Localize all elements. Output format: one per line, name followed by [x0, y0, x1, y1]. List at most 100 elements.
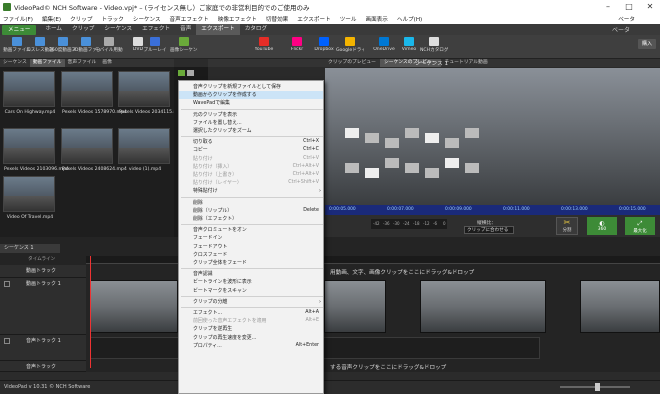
bin-clip-thumbnail[interactable]: Pexels Videos 2103096.mp4: [3, 128, 69, 172]
bin-clip-thumbnail[interactable]: Pexels Videos 1578970.mp4: [61, 71, 127, 115]
export-youtube-button[interactable]: YouTube: [250, 37, 278, 57]
aspect-select[interactable]: クリップに合わせる: [464, 226, 514, 234]
context-menu-item[interactable]: 音声クリップを新規ファイルとして保存: [179, 83, 323, 91]
meter-tick-label: -30: [393, 221, 400, 226]
context-menu-item[interactable]: 音声認識: [179, 270, 323, 278]
bin-clip-thumbnail[interactable]: Cars On Highway.mp4: [3, 71, 55, 115]
tab-effects[interactable]: エフェクト: [137, 24, 175, 35]
context-menu-item[interactable]: クロスフェード: [179, 251, 323, 259]
context-menu-item[interactable]: WavePadで編集: [179, 99, 323, 107]
bin-tab-audio[interactable]: 音声ファイル: [65, 59, 100, 67]
menu-edit[interactable]: 編集(E): [42, 15, 61, 23]
bin-grid-icon[interactable]: [178, 70, 185, 76]
menu-tools[interactable]: ツール: [340, 15, 357, 23]
bin-tab-images[interactable]: 画像: [99, 59, 115, 67]
thumbnail-image: [62, 147, 112, 163]
context-menu-item[interactable]: 貼り付け（レイヤー） Ctrl+Shift+V: [179, 179, 323, 187]
car-shape: [385, 138, 399, 148]
export-flickr-button[interactable]: Flickr: [283, 37, 311, 57]
menu-track[interactable]: トラック: [101, 15, 123, 23]
tab-export[interactable]: エクスポート: [196, 24, 240, 35]
export-catalog-button[interactable]: NCHカタログ: [420, 37, 448, 57]
context-menu-item[interactable]: プロパティ... Alt+Enter: [179, 342, 323, 350]
context-menu-item[interactable]: クリップ全体をフェード: [179, 259, 323, 267]
context-menu-item[interactable]: 選択したクリップをズーム: [179, 127, 323, 135]
context-menu-item[interactable]: 貼り付け Ctrl+V: [179, 155, 323, 163]
track-eye-icon[interactable]: [4, 281, 10, 287]
ribbon-beta-label: ベータ: [611, 27, 630, 34]
minimize-button[interactable]: –: [598, 0, 618, 14]
context-menu-item[interactable]: 元のクリップを表示: [179, 111, 323, 119]
bin-list-icon[interactable]: [187, 70, 194, 76]
sequence-tab[interactable]: シーケンス 1: [0, 244, 60, 253]
context-menu-item[interactable]: 前回使った音声エフェクトを適用 Alt+E: [179, 317, 323, 325]
tab-clip-preview[interactable]: クリップのプレビュー: [324, 59, 380, 67]
menu-help[interactable]: ヘルプ(H): [397, 15, 422, 23]
menu-view[interactable]: 画面表示: [365, 15, 387, 23]
context-menu-item[interactable]: 削除: [179, 199, 323, 207]
tab-clip[interactable]: クリップ: [67, 24, 99, 35]
context-menu-item[interactable]: コピー Ctrl+C: [179, 146, 323, 154]
view-360-button[interactable]: ◐ 360: [587, 217, 617, 235]
context-menu-item[interactable]: 動画からクリップを作成する: [179, 91, 323, 100]
menu-video-effects[interactable]: 映像エフェクト: [218, 15, 257, 23]
context-menu-item[interactable]: 削除（エフェクト）: [179, 215, 323, 223]
tab-sequence[interactable]: シーケンス: [99, 24, 137, 35]
context-menu-item[interactable]: 切り取る Ctrl+X: [179, 138, 323, 146]
tab-home[interactable]: ホーム: [40, 24, 67, 35]
video-clip-3[interactable]: [420, 280, 546, 333]
context-menu-item[interactable]: ビートマークをスキャン: [179, 287, 323, 295]
export-onedrive-button[interactable]: OneDrive: [370, 37, 398, 57]
bin-clip-thumbnail[interactable]: Video Of Travel.mp4: [3, 176, 55, 220]
timeline-ruler[interactable]: [86, 256, 660, 264]
menu-clip[interactable]: クリップ: [70, 15, 92, 23]
menu-audio-effects[interactable]: 音声エフェクト: [170, 15, 209, 23]
context-menu-item[interactable]: フェードイン: [179, 234, 323, 242]
bin-clip-thumbnail[interactable]: video (1).mp4: [118, 128, 170, 172]
close-button[interactable]: ✕: [640, 0, 660, 14]
car-shape: [445, 138, 459, 148]
tab-catalog[interactable]: カタログ: [240, 24, 272, 35]
export-vimeo-button[interactable]: Vimeo: [395, 37, 423, 57]
export-bluray-button[interactable]: ブルーレイ: [141, 37, 169, 57]
video-clip-2[interactable]: [324, 280, 386, 333]
menu-file[interactable]: ファイル(F): [3, 15, 33, 23]
speaker-icon[interactable]: [4, 338, 10, 344]
fullscreen-button[interactable]: ⤢ 最大化: [625, 217, 655, 235]
context-menu-item[interactable]: 音声クロミュートをオン: [179, 226, 323, 234]
context-menu-item[interactable]: 貼り付け（挿入） Ctrl+Alt+V: [179, 163, 323, 171]
menu-transitions[interactable]: 切替効果: [266, 15, 288, 23]
bin-clip-thumbnail[interactable]: Pexels Videos 2408624.mp4: [61, 128, 127, 172]
tab-audio[interactable]: 音声: [175, 24, 196, 35]
tab-tutorial[interactable]: チュートリアル動画: [441, 59, 492, 67]
video-clip-1[interactable]: [90, 280, 178, 333]
export-image-sequence-button[interactable]: 画像シーケンス: [170, 37, 198, 57]
context-menu-item[interactable]: ファイルを置し替え...: [179, 119, 323, 127]
export-mobile-button[interactable]: モバイル用動画: [95, 37, 123, 57]
main-menu-button[interactable]: メニュー: [2, 24, 37, 35]
context-menu-item[interactable]: 削除（リップル） Delete: [179, 207, 323, 215]
maximize-button[interactable]: □: [619, 0, 639, 14]
context-menu-item[interactable]: 貼り付け（上書き） Ctrl+Alt+V: [179, 171, 323, 179]
split-button[interactable]: ✂ 分割: [556, 217, 578, 235]
export-dropbox-button[interactable]: Dropbox: [310, 37, 338, 57]
bin-clip-thumbnail[interactable]: Pexels Videos 2034115.mp4: [118, 71, 184, 115]
context-menu-item[interactable]: クリップを逆再生: [179, 325, 323, 333]
playhead[interactable]: [90, 256, 91, 368]
bin-tab-video[interactable]: 動画ファイル: [29, 59, 65, 67]
context-menu-item[interactable]: ビートラインを波形に表示: [179, 278, 323, 286]
preview-ruler[interactable]: 0:00:05.000 0:00:07.000 0:00:09.000 0:00:11…: [325, 205, 660, 215]
export-google-drive-button[interactable]: Googleドライブ: [336, 37, 364, 57]
purchase-button[interactable]: 購入: [638, 39, 656, 49]
bin-tab-sequences[interactable]: シーケンス: [0, 59, 30, 67]
context-menu-item[interactable]: エフェクト... Alt+A: [179, 309, 323, 317]
menu-sequence[interactable]: シーケンス: [133, 15, 161, 23]
context-menu-item[interactable]: フェードアウト: [179, 243, 323, 251]
zoom-slider-handle[interactable]: [595, 383, 600, 391]
context-menu-item[interactable]: 特殊貼付け ›: [179, 187, 323, 195]
menu-export[interactable]: エクスポート: [297, 15, 330, 23]
context-menu-item[interactable]: クリップの再生速度を変更...: [179, 334, 323, 342]
context-menu-item[interactable]: クリップの分離 ›: [179, 298, 323, 306]
video-clip-4[interactable]: [580, 280, 660, 333]
dropbox-icon: [319, 37, 329, 46]
